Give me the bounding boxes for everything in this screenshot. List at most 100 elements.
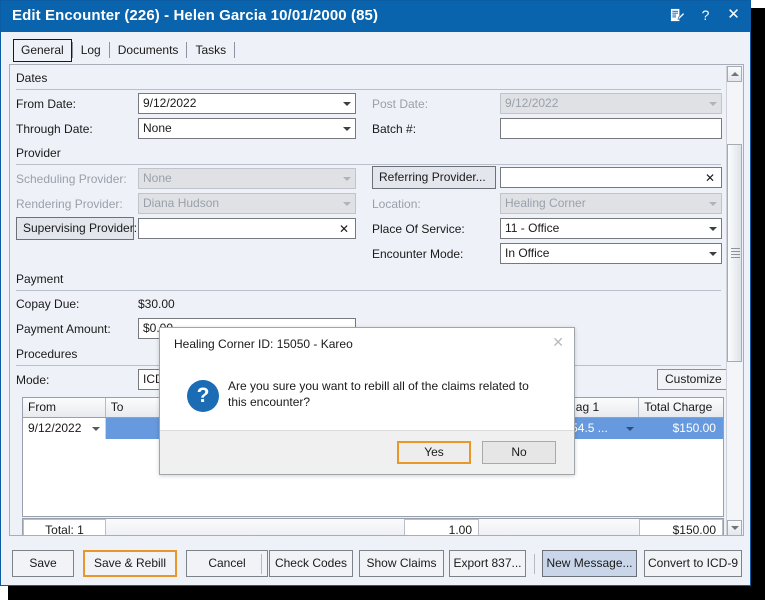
rebill-confirmation-dialog: Healing Corner ID: 15050 - Kareo ✕ ? Are… — [159, 327, 575, 475]
button-divider — [261, 554, 262, 574]
save-and-rebill-button[interactable]: Save & Rebill — [83, 550, 177, 577]
tab-tasks[interactable]: Tasks — [187, 39, 234, 62]
provider-section-title: Provider — [16, 146, 61, 160]
tab-documents[interactable]: Documents — [110, 39, 187, 62]
tab-general[interactable]: General — [13, 39, 72, 62]
button-divider — [534, 554, 535, 574]
grid-total-bar: Total: 1 1.00 $150.00 — [22, 518, 724, 535]
location-value: Healing Corner — [505, 196, 586, 210]
new-message-button[interactable]: New Message... — [542, 550, 637, 577]
place-of-service-input[interactable]: 11 - Office — [500, 218, 722, 239]
scroll-down-button[interactable] — [727, 520, 742, 535]
help-icon[interactable]: ? — [697, 5, 714, 25]
scheduling-provider-input: None — [138, 168, 356, 189]
from-date-value: 9/12/2022 — [143, 96, 197, 110]
triangle-down-icon — [730, 526, 739, 530]
scheduling-provider-value: None — [143, 171, 172, 185]
titlebar-actions: ? ✕ — [669, 5, 742, 25]
tab-divider — [234, 42, 236, 58]
post-date-input: 9/12/2022 — [500, 93, 722, 114]
batch-number-input[interactable] — [500, 118, 722, 139]
edit-encounter-window: Edit Encounter (226) - Helen Garcia 10/0… — [0, 0, 751, 586]
payment-section-title: Payment — [16, 272, 64, 286]
yes-button[interactable]: Yes — [397, 441, 471, 464]
grid-col-from[interactable]: From — [23, 398, 106, 417]
batch-number-label: Batch #: — [372, 122, 417, 136]
clear-icon[interactable]: ✕ — [705, 169, 715, 187]
rendering-provider-input: Diana Hudson — [138, 193, 356, 214]
scroll-up-button[interactable] — [727, 66, 742, 82]
chevron-down-icon[interactable] — [91, 427, 100, 431]
post-date-label: Post Date: — [372, 97, 429, 111]
encounter-mode-value: In Office — [505, 246, 550, 260]
triangle-up-icon — [730, 72, 739, 76]
cell-total-charge[interactable]: $150.00 — [639, 418, 723, 439]
clear-icon[interactable]: ✕ — [339, 220, 349, 238]
supervising-provider-input[interactable]: ✕ — [138, 218, 356, 239]
from-date-label: From Date: — [16, 97, 77, 111]
chevron-down-icon[interactable] — [343, 101, 351, 106]
tab-log[interactable]: Log — [73, 39, 109, 62]
chevron-down-icon — [709, 201, 717, 206]
show-claims-button[interactable]: Show Claims — [359, 550, 444, 577]
total-spacer-2 — [479, 519, 639, 535]
no-button[interactable]: No — [482, 441, 556, 464]
supervising-provider-button[interactable]: Supervising Provider: — [16, 217, 137, 240]
procedures-section-title: Procedures — [16, 347, 78, 361]
window-titlebar: Edit Encounter (226) - Helen Garcia 10/0… — [1, 1, 750, 32]
place-of-service-label: Place Of Service: — [372, 222, 465, 236]
tab-strip: General Log Documents Tasks — [1, 32, 750, 62]
chevron-down-icon[interactable] — [709, 226, 717, 231]
grid-col-total-charge[interactable]: Total Charge — [639, 398, 723, 417]
post-date-value: 9/12/2022 — [505, 96, 559, 110]
scheduling-provider-label: Scheduling Provider: — [16, 172, 127, 186]
customize-button[interactable]: Customize — [657, 369, 730, 390]
export-837-button[interactable]: Export 837... — [449, 550, 526, 577]
cell-from-value: 9/12/2022 — [28, 421, 82, 435]
application-root: Edit Encounter (226) - Helen Garcia 10/0… — [0, 0, 765, 600]
provider-section-rule — [16, 164, 721, 165]
content-scrollbar[interactable] — [726, 66, 742, 535]
referring-provider-input[interactable]: ✕ — [500, 167, 722, 188]
dialog-close-icon[interactable]: ✕ — [552, 334, 564, 350]
total-count: Total: 1 — [23, 519, 106, 535]
save-button[interactable]: Save — [12, 550, 74, 577]
from-date-input[interactable]: 9/12/2022 — [138, 93, 356, 114]
place-of-service-value: 11 - Office — [505, 221, 560, 235]
scrollbar-thumb[interactable] — [727, 144, 742, 362]
copay-due-label: Copay Due: — [16, 297, 80, 311]
scrollbar-track[interactable] — [727, 82, 742, 520]
referring-provider-button[interactable]: Referring Provider... — [372, 166, 496, 189]
location-input: Healing Corner — [500, 193, 722, 214]
dates-section-title: Dates — [16, 71, 48, 85]
encounter-mode-input[interactable]: In Office — [500, 243, 722, 264]
chevron-down-icon[interactable] — [343, 126, 351, 131]
cancel-button[interactable]: Cancel — [186, 550, 268, 577]
chevron-down-icon[interactable] — [626, 427, 635, 431]
cell-from[interactable]: 9/12/2022 — [23, 418, 106, 439]
dialog-message: Are you sure you want to rebill all of t… — [228, 379, 529, 409]
chevron-down-icon — [709, 101, 717, 106]
chevron-down-icon[interactable] — [709, 251, 717, 256]
window-shadow-right — [751, 8, 765, 600]
window-title: Edit Encounter (226) - Helen Garcia 10/0… — [12, 7, 379, 24]
check-codes-button[interactable]: Check Codes — [269, 550, 353, 577]
copay-due-value: $30.00 — [138, 297, 175, 311]
close-icon[interactable]: ✕ — [725, 5, 742, 25]
dialog-footer-buttons: Save Save & Rebill Cancel Check Codes Sh… — [1, 542, 752, 587]
dialog-button-bar: Yes No — [160, 430, 574, 474]
window-shadow-bottom — [8, 586, 765, 600]
dates-section-rule — [16, 89, 721, 90]
through-date-input[interactable]: None — [138, 118, 356, 139]
through-date-value: None — [143, 121, 172, 135]
notes-icon[interactable] — [669, 5, 686, 25]
rendering-provider-value: Diana Hudson — [143, 196, 220, 210]
total-units: 1.00 — [404, 519, 479, 535]
encounter-mode-label: Encounter Mode: — [372, 247, 464, 261]
rendering-provider-label: Rendering Provider: — [16, 197, 123, 211]
question-icon: ? — [187, 380, 219, 412]
through-date-label: Through Date: — [16, 122, 93, 136]
convert-to-icd9-button[interactable]: Convert to ICD-9 — [644, 550, 742, 577]
location-label: Location: — [372, 197, 421, 211]
mode-label: Mode: — [16, 373, 50, 387]
